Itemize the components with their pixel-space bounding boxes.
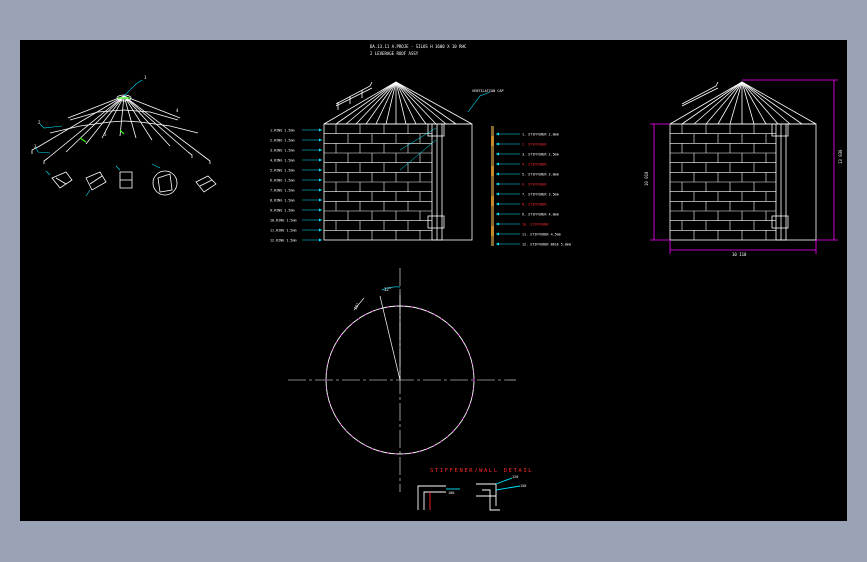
stiffener-segment <box>491 146 494 156</box>
stiffener-label: 8. STIFFENER <box>522 203 547 207</box>
roof-isometric-view <box>31 94 211 164</box>
vent-cap-label: VENTILATION CAP <box>472 89 504 93</box>
stiffener-label: 10. STIFFENER <box>522 223 549 227</box>
silo-wall-courses-center <box>324 124 432 240</box>
stiffener-segment <box>491 156 494 166</box>
part-label-1: 1 <box>144 75 147 80</box>
ring-label: 1.RING 1.5mm <box>270 129 295 133</box>
stiffener-segment <box>491 196 494 206</box>
ring-label: 4.RING 1.5mm <box>270 159 295 163</box>
right-stiffener-leaders <box>496 132 520 246</box>
dim-diameter: 10 110 <box>732 252 747 257</box>
stiffener-column <box>491 126 494 246</box>
left-ring-leaders <box>302 128 322 242</box>
stiffener-label: 6. STIFFENER <box>522 183 547 187</box>
detail-sketch-1 <box>417 485 460 510</box>
stiffener-segment <box>491 176 494 186</box>
vent-cap-leader <box>467 91 491 113</box>
ring-label: 2.RING 1.5mm <box>270 139 295 143</box>
ring-label: 9.RING 1.5mm <box>270 209 295 213</box>
ladder-leader-1 <box>399 127 437 151</box>
stiffener-label: 4. STIFFENER <box>522 163 547 167</box>
stiffener-segment <box>491 226 494 236</box>
angle-label: 12° <box>384 287 391 292</box>
stiffener-segment <box>491 206 494 216</box>
part-label-4: 4 <box>176 108 179 113</box>
ring-label: 3.RING 1.5mm <box>270 149 295 153</box>
ring-label: 8.RING 1.5mm <box>270 199 295 203</box>
silo-elevation-right <box>669 81 817 241</box>
part-label-3: 3 <box>34 144 37 149</box>
detail-title: STIFFENER/WALL DETAIL <box>430 468 533 474</box>
dim-eave-height: 10 010 <box>644 171 649 186</box>
silo-wall-courses-right <box>670 124 776 240</box>
stiffener-segment <box>491 136 494 146</box>
ladder-leader-2 <box>399 139 437 171</box>
stiffener-label: 1. STIFFENER 2.0mm <box>522 133 559 137</box>
stiffener-label: 12. STIFFENER BASE 5.0mm <box>522 243 571 247</box>
ring-label: 10.RING 1.5mm <box>270 219 297 223</box>
drawing-subtitle: 2 LEVERAGE ROOF ASSY <box>370 51 419 56</box>
dim-total-height: 13 030 <box>838 149 843 164</box>
detail-sketch-2 <box>476 477 521 511</box>
detail-value-2: 120 <box>512 475 518 479</box>
stiffener-segment <box>491 166 494 176</box>
part-label-5: 5 <box>104 132 107 137</box>
ring-label: 5.RING 1.5mm <box>270 169 295 173</box>
stiffener-label: 5. STIFFENER 3.0mm <box>522 173 559 177</box>
detail-value-3: 150 <box>520 484 526 488</box>
stiffener-label: 9. STIFFENER 4.0mm <box>522 213 559 217</box>
plan-small-label: 15° <box>353 302 361 311</box>
ring-label: 7.RING 1.5mm <box>270 189 295 193</box>
stiffener-segment <box>491 186 494 196</box>
dimension-lines <box>650 79 838 254</box>
plan-view <box>288 268 516 492</box>
silo-elevation-center <box>323 81 473 241</box>
stiffener-segment <box>491 236 494 246</box>
part-details-leaders <box>45 163 161 197</box>
ring-label: 11.RING 1.5mm <box>270 229 297 233</box>
stiffener-label: 11. STIFFENER 4.5mm <box>522 233 561 237</box>
stiffener-segment <box>491 126 494 136</box>
detail-value-1: 100 <box>448 491 454 495</box>
part-details-row <box>51 170 217 196</box>
cad-drawing-canvas: DA.13.11 A.PROJE - SILOS H 1600 X 10 RHC… <box>20 40 847 521</box>
stiffener-label: 3. STIFFENER 2.5mm <box>522 153 559 157</box>
stiffener-label: 7. STIFFENER 3.5mm <box>522 193 559 197</box>
stiffener-label: 2. STIFFENER <box>522 143 547 147</box>
ring-label: 12.RING 1.5mm <box>270 239 297 243</box>
stiffener-segment <box>491 216 494 226</box>
drawing-title: DA.13.11 A.PROJE - SILOS H 1600 X 10 RHC <box>370 44 467 49</box>
ring-label: 6.RING 1.5mm <box>270 179 295 183</box>
